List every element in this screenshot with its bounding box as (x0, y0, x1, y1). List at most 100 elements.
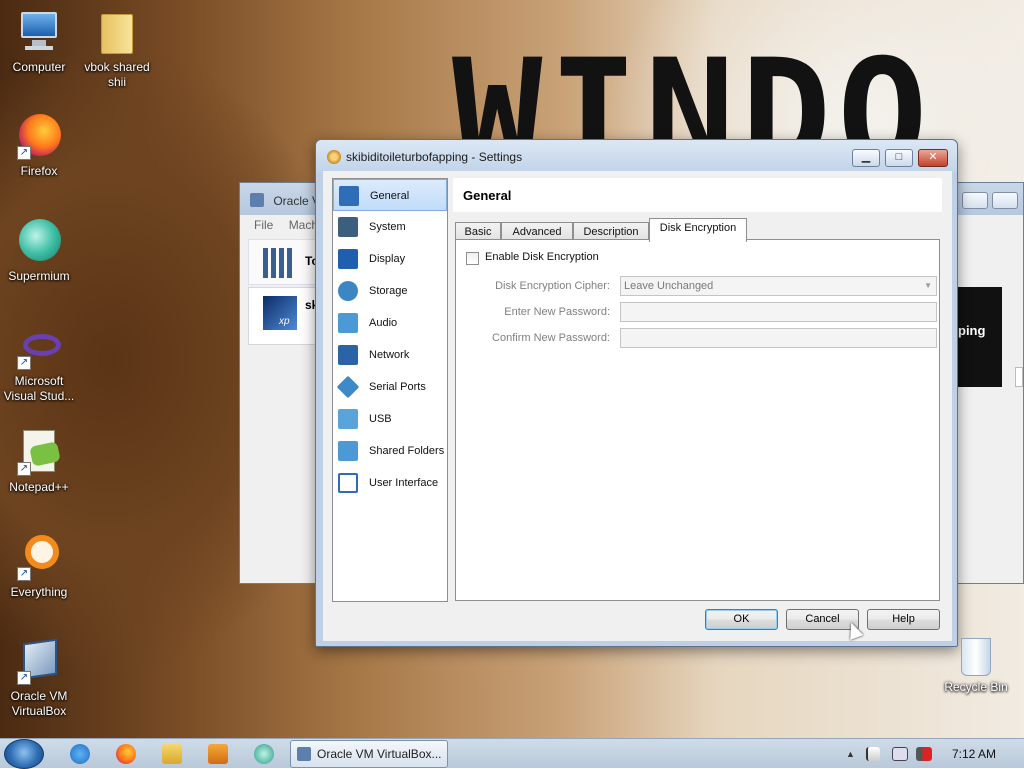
computer-icon (15, 8, 63, 56)
firefox-icon: ↗ (15, 112, 63, 160)
system-icon (338, 217, 358, 237)
sidebar-item-label: User Interface (369, 477, 439, 489)
settings-client: General System Display Storage Audio Net… (323, 171, 952, 641)
vm-preview: ping (958, 287, 1002, 387)
desktop-icon-label: Firefox (20, 164, 58, 178)
close-button[interactable]: ✕ (918, 149, 948, 167)
sidebar-item-storage[interactable]: Storage (333, 275, 447, 307)
taskbar: Oracle VM VirtualBox... ▲ 7:12 AM (0, 738, 1024, 769)
storage-icon (338, 281, 358, 301)
help-button[interactable]: Help (867, 609, 940, 630)
tab-disk-encryption[interactable]: Disk Encryption (649, 218, 747, 242)
gear-icon (327, 150, 341, 164)
general-icon (339, 186, 359, 206)
folder-icon (93, 8, 141, 56)
new-password-field[interactable] (620, 302, 937, 322)
desktop-icon-supermium[interactable]: Supermium (0, 217, 78, 284)
page-title: General (453, 178, 942, 212)
desktop-icon-firefox[interactable]: ↗ Firefox (0, 112, 78, 179)
ok-button[interactable]: OK (705, 609, 778, 630)
sidebar-item-label: Display (369, 253, 406, 265)
taskbar-item-virtualbox[interactable]: Oracle VM VirtualBox... (290, 740, 448, 768)
sidebar-item-serial-ports[interactable]: Serial Ports (333, 371, 447, 403)
tray-expand-arrow[interactable]: ▲ (846, 739, 855, 769)
sidebar-item-shared-folders[interactable]: Shared Folders (333, 435, 447, 467)
menu-file[interactable]: File (254, 218, 273, 232)
cipher-label: Disk Encryption Cipher: (495, 280, 610, 292)
desktop-icon-label: Everything (10, 585, 68, 599)
sidebar-item-system[interactable]: System (333, 211, 447, 243)
recycle-bin-icon (961, 638, 991, 676)
preview-text: ping (958, 323, 986, 338)
usb-icon (338, 409, 358, 429)
desktop-icon-recycle-bin[interactable]: Recycle Bin (944, 638, 1008, 694)
desktop-icon-label: Notepad++ (9, 480, 69, 494)
new-password-label: Enter New Password: (504, 306, 610, 318)
manager-close-button[interactable] (992, 192, 1018, 209)
desktop-icon-computer[interactable]: Computer (0, 8, 78, 75)
media-player-icon[interactable] (208, 744, 228, 764)
desktop-icon-virtualbox[interactable]: ↗ Oracle VM VirtualBox (0, 637, 78, 719)
enable-disk-encryption-label[interactable]: Enable Disk Encryption (485, 251, 599, 263)
settings-title: skibiditoileturbofapping - Settings (346, 150, 523, 164)
everything-icon: ↗ (15, 533, 63, 581)
firefox-icon[interactable] (116, 744, 136, 764)
confirm-password-field[interactable] (620, 328, 937, 348)
manager-maximize-button[interactable] (962, 192, 988, 209)
confirm-password-row: Confirm New Password: (464, 328, 944, 348)
desktop: WINDO Computer vbok shared shii ↗ Firefo… (0, 0, 1024, 738)
sidebar-item-usb[interactable]: USB (333, 403, 447, 435)
volume-muted-icon[interactable] (916, 747, 932, 761)
user-interface-icon (338, 473, 358, 493)
sidebar-item-general[interactable]: General (333, 179, 447, 211)
supermium-icon (15, 217, 63, 265)
action-center-flag-icon[interactable] (866, 747, 880, 761)
desktop-icon-notepadpp[interactable]: ↗ Notepad++ (0, 428, 78, 495)
manager-scrollbar[interactable] (1015, 367, 1023, 387)
visual-studio-icon: ↗ (15, 322, 63, 370)
clock[interactable]: 7:12 AM (952, 739, 996, 769)
network-icon[interactable] (892, 747, 908, 761)
settings-sidebar: General System Display Storage Audio Net… (332, 178, 448, 602)
minimize-button[interactable]: ▁ (852, 149, 880, 167)
internet-explorer-icon[interactable] (70, 744, 90, 764)
tools-icon (263, 248, 293, 278)
supermium-icon[interactable] (254, 744, 274, 764)
sidebar-item-audio[interactable]: Audio (333, 307, 447, 339)
chevron-down-icon: ▼ (924, 281, 932, 290)
display-icon (338, 249, 358, 269)
sidebar-item-label: Network (369, 349, 410, 361)
sidebar-item-label: USB (369, 413, 392, 425)
sidebar-item-user-interface[interactable]: User Interface (333, 467, 447, 499)
shared-folders-icon (338, 441, 358, 461)
desktop-icon-label: vbok shared shii (84, 60, 150, 89)
virtualbox-icon (297, 747, 311, 761)
sidebar-item-label: System (369, 221, 406, 233)
desktop-icon-vbok-shared[interactable]: vbok shared shii (78, 8, 156, 90)
settings-titlebar[interactable]: skibiditoileturbofapping - Settings ▁ □ … (316, 140, 957, 172)
desktop-icon-label: Supermium (8, 269, 70, 283)
maximize-button[interactable]: □ (885, 149, 913, 167)
network-icon (338, 345, 358, 365)
sidebar-item-label: Shared Folders (369, 445, 445, 457)
sidebar-item-label: Serial Ports (369, 381, 426, 393)
desktop-icon-everything[interactable]: ↗ Everything (0, 533, 78, 600)
desktop-icon-label: Oracle VM VirtualBox (10, 689, 68, 718)
enable-disk-encryption-checkbox[interactable] (466, 252, 479, 265)
sidebar-item-label: Audio (369, 317, 398, 329)
virtualbox-icon: ↗ (15, 637, 63, 685)
desktop-icon-label: Recycle Bin (944, 680, 1008, 694)
start-button[interactable] (4, 739, 44, 769)
cipher-select[interactable]: Leave Unchanged ▼ (620, 276, 937, 296)
settings-dialog[interactable]: skibiditoileturbofapping - Settings ▁ □ … (315, 139, 958, 647)
confirm-password-label: Confirm New Password: (492, 332, 610, 344)
sidebar-item-network[interactable]: Network (333, 339, 447, 371)
sidebar-item-display[interactable]: Display (333, 243, 447, 275)
new-password-row: Enter New Password: (464, 302, 944, 322)
desktop-icon-visual-studio[interactable]: ↗ Microsoft Visual Stud... (0, 322, 78, 404)
file-explorer-icon[interactable] (162, 744, 182, 764)
desktop-icon-label: Computer (12, 60, 66, 74)
virtualbox-icon (250, 193, 264, 207)
disk-encryption-panel: Enable Disk Encryption Disk Encryption C… (455, 239, 940, 601)
vm-os-badge: xp (279, 316, 290, 327)
